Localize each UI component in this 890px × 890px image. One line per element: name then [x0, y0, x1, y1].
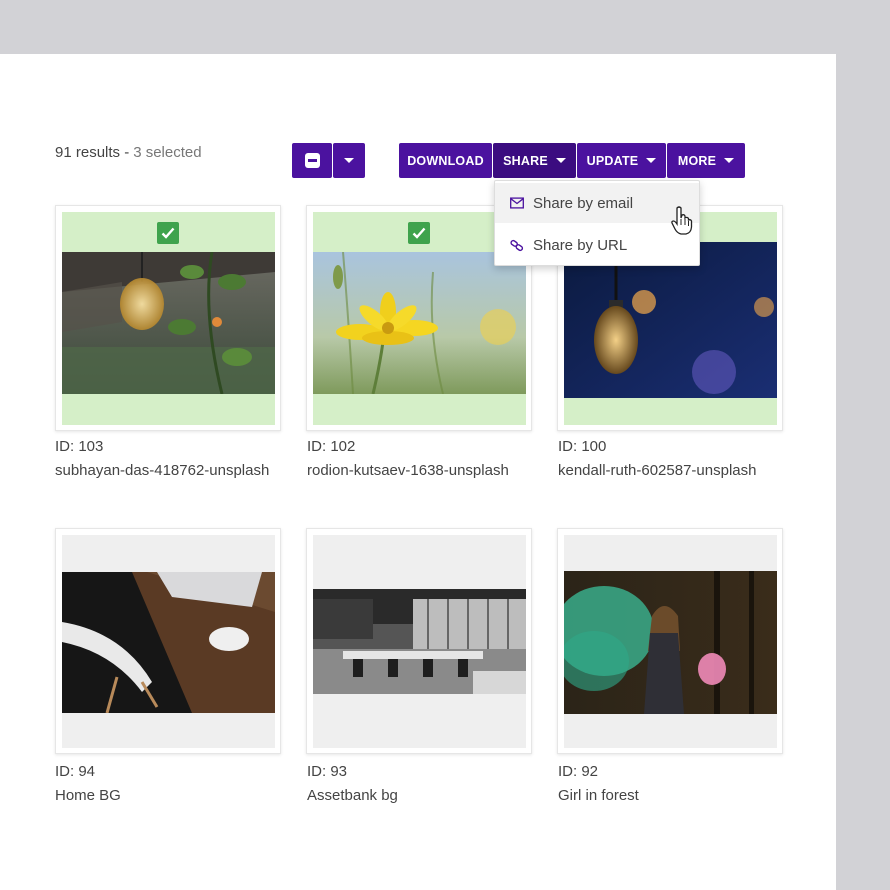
more-label: MORE: [677, 153, 717, 168]
selected-count: 3 selected: [133, 144, 202, 161]
asset-name[interactable]: Girl in forest: [558, 787, 639, 804]
more-button[interactable]: MORE: [667, 143, 745, 178]
caret-down-icon: [555, 158, 566, 163]
asset-image: [62, 252, 275, 394]
results-count: 91 results -: [55, 144, 130, 161]
share-by-url-label: Share by URL: [533, 236, 628, 254]
asset-card[interactable]: [306, 528, 532, 754]
asset-id: ID: 93: [307, 763, 348, 780]
update-label: UPDATE: [586, 153, 639, 168]
update-button[interactable]: UPDATE: [577, 143, 666, 178]
share-by-url-item[interactable]: Share by URL: [495, 225, 699, 265]
asset-name[interactable]: Assetbank bg: [307, 787, 398, 804]
download-button[interactable]: DOWNLOAD: [399, 143, 492, 178]
asset-name[interactable]: kendall-ruth-602587-unsplash: [558, 462, 756, 479]
asset-thumbnail-frame: [62, 212, 275, 425]
checkmark-icon[interactable]: [408, 222, 430, 244]
share-by-email-item[interactable]: Share by email: [495, 183, 699, 223]
results-summary: 91 results -3 selected: [55, 144, 202, 161]
asset-name[interactable]: rodion-kutsaev-1638-unsplash: [307, 462, 509, 479]
minus-checkbox-icon: [304, 153, 320, 168]
asset-image: [62, 572, 275, 713]
share-label: SHARE: [503, 153, 548, 168]
caret-down-icon: [724, 158, 735, 163]
asset-card[interactable]: [55, 528, 281, 754]
checkmark-icon[interactable]: [157, 222, 179, 244]
select-dropdown-button[interactable]: [333, 143, 365, 178]
caret-down-icon: [646, 158, 657, 163]
download-label: DOWNLOAD: [407, 153, 484, 168]
asset-id: ID: 103: [55, 438, 104, 455]
caret-down-icon: [344, 158, 354, 163]
asset-id: ID: 100: [558, 438, 607, 455]
envelope-icon: [510, 196, 524, 210]
hand-pointer-cursor-icon: [670, 206, 694, 236]
asset-image: [313, 589, 526, 694]
asset-name[interactable]: Home BG: [55, 787, 121, 804]
asset-card[interactable]: [55, 205, 281, 431]
asset-id: ID: 102: [307, 438, 356, 455]
asset-id: ID: 92: [558, 763, 599, 780]
asset-card[interactable]: [557, 528, 783, 754]
asset-name[interactable]: subhayan-das-418762-unsplash: [55, 462, 269, 479]
asset-thumbnail-frame: [62, 535, 275, 748]
asset-thumbnail-frame: [313, 535, 526, 748]
asset-image: [564, 571, 777, 714]
link-icon: [510, 238, 524, 252]
share-by-email-label: Share by email: [533, 194, 634, 212]
select-toggle-button[interactable]: [292, 143, 332, 178]
share-button[interactable]: SHARE: [493, 143, 576, 178]
asset-image: [313, 252, 526, 394]
asset-id: ID: 94: [55, 763, 96, 780]
asset-thumbnail-frame: [564, 535, 777, 748]
